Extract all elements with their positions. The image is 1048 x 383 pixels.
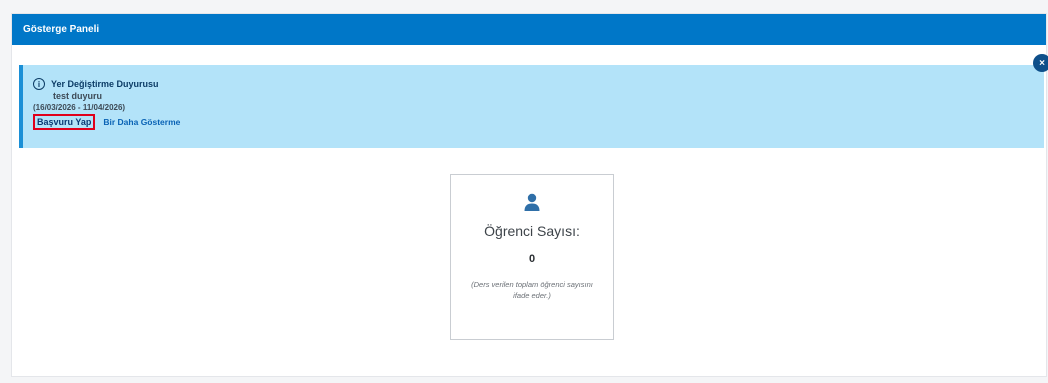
student-count-description: (Ders verilen toplam öğrenci sayısını if… [471,280,593,300]
info-icon: i [33,78,45,90]
announcement-dates: (16/03/2026 - 11/04/2026) [33,103,126,112]
student-count-card: Öğrenci Sayısı: 0 (Ders verilen toplam ö… [450,174,614,340]
close-icon[interactable]: × [1033,54,1048,72]
panel-header: Gösterge Paneli [12,14,1046,45]
page-title: Gösterge Paneli [23,24,100,35]
dont-show-again-link[interactable]: Bir Daha Gösterme [103,117,180,127]
student-count-label: Öğrenci Sayısı: [484,223,580,239]
announcement-subtitle: test duyuru [53,91,103,101]
user-icon [524,193,540,211]
apply-button[interactable]: Başvuru Yap [33,114,96,130]
announcement-title-row: i Yer Değiştirme Duyurusu [33,78,1044,90]
student-count-value: 0 [528,253,536,265]
dashboard-panel: Gösterge Paneli i Yer Değiştirme Duyurus… [11,13,1048,377]
announcement-title: Yer Değiştirme Duyurusu [51,79,159,89]
announcement-actions: Başvuru Yap Bir Daha Gösterme [33,114,1044,130]
announcement-alert: i Yer Değiştirme Duyurusu test duyuru (1… [19,65,1044,148]
